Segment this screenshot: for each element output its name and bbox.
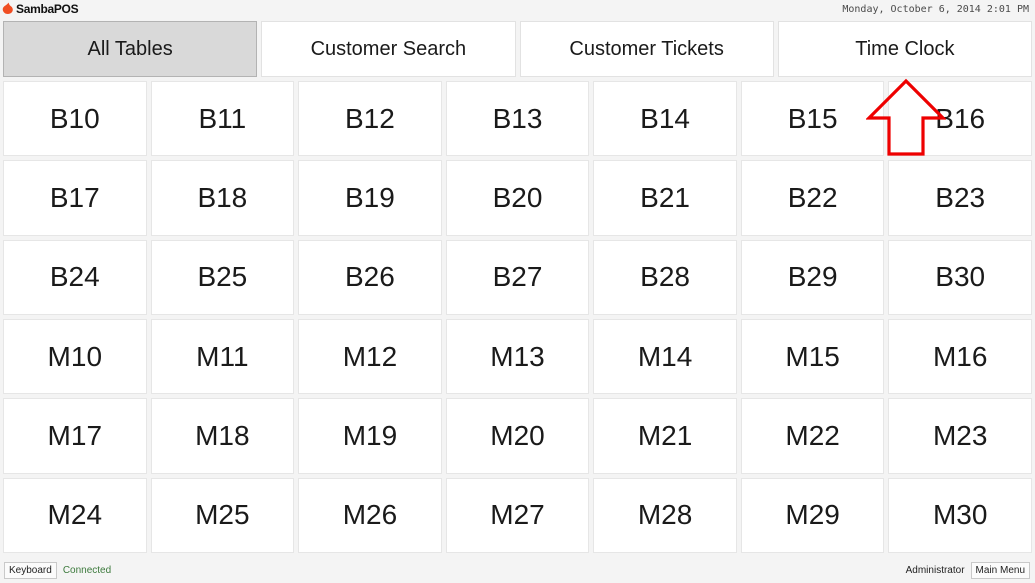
table-cell[interactable]: B30 [888,239,1032,315]
connection-status: Connected [62,564,112,576]
table-cell[interactable]: M22 [740,398,885,474]
table-cell[interactable]: B13 [445,81,590,157]
table-cell[interactable]: M18 [150,398,295,474]
table-cell[interactable]: B15 [740,81,885,157]
table-cell[interactable]: B25 [150,239,295,315]
status-bar: Keyboard Connected Administrator Main Me… [0,557,1035,583]
table-cell[interactable]: B16 [888,81,1032,157]
keyboard-button[interactable]: Keyboard [4,561,57,579]
main-menu-button[interactable]: Main Menu [970,561,1030,579]
brand-name: SambaPOS [16,2,79,16]
table-cell[interactable]: B20 [445,160,590,236]
table-cell[interactable]: M26 [298,477,442,553]
tab-all-tables[interactable]: All Tables [3,21,258,77]
table-cell[interactable]: B28 [593,239,737,315]
table-cell[interactable]: B12 [298,81,442,157]
status-bar-right: Administrator Main Menu [905,561,1030,579]
table-cell[interactable]: B17 [3,160,147,236]
tab-bar: All Tables Customer Search Customer Tick… [3,21,1032,77]
table-cell[interactable]: M11 [150,319,295,395]
tab-time-clock[interactable]: Time Clock [777,21,1032,77]
table-cell[interactable]: B26 [298,239,442,315]
table-cell[interactable]: B24 [3,239,147,315]
table-cell[interactable]: M24 [3,477,147,553]
status-bar-left: Keyboard Connected [4,561,112,579]
table-cell[interactable]: M27 [445,477,590,553]
top-bar: SambaPOS Monday, October 6, 2014 2:01 PM [0,0,1035,18]
table-cell[interactable]: M16 [888,319,1032,395]
table-cell[interactable]: M25 [150,477,295,553]
table-cell[interactable]: B10 [3,81,147,157]
table-cell[interactable]: M28 [593,477,737,553]
table-cell[interactable]: B27 [445,239,590,315]
table-cell[interactable]: B19 [298,160,442,236]
table-cell[interactable]: B21 [593,160,737,236]
current-user-label: Administrator [905,564,965,576]
table-cell[interactable]: B14 [593,81,737,157]
clock-datetime: Monday, October 6, 2014 2:01 PM [842,3,1029,15]
table-grid: B10 B11 B12 B13 B14 B15 B16 B17 B18 B19 B20 B21 B22 B… [3,81,1032,553]
table-cell[interactable]: M12 [298,319,442,395]
table-cell[interactable]: M30 [888,477,1032,553]
table-cell[interactable]: B29 [740,239,885,315]
table-cell[interactable]: M15 [740,319,885,395]
table-cell[interactable]: M13 [445,319,590,395]
table-cell[interactable]: B23 [888,160,1032,236]
table-cell[interactable]: B22 [740,160,885,236]
tab-customer-search[interactable]: Customer Search [261,21,516,77]
table-cell[interactable]: M20 [445,398,590,474]
table-cell[interactable]: B11 [150,81,295,157]
table-cell[interactable]: M14 [593,319,737,395]
flame-icon [2,2,13,14]
table-cell[interactable]: M10 [3,319,147,395]
table-cell[interactable]: M17 [3,398,147,474]
table-cell[interactable]: M19 [298,398,442,474]
table-cell[interactable]: M29 [740,477,885,553]
table-cell[interactable]: M23 [888,398,1032,474]
brand-logo: SambaPOS [2,2,79,16]
tab-customer-tickets[interactable]: Customer Tickets [519,21,774,77]
table-cell[interactable]: B18 [150,160,295,236]
table-cell[interactable]: M21 [593,398,737,474]
